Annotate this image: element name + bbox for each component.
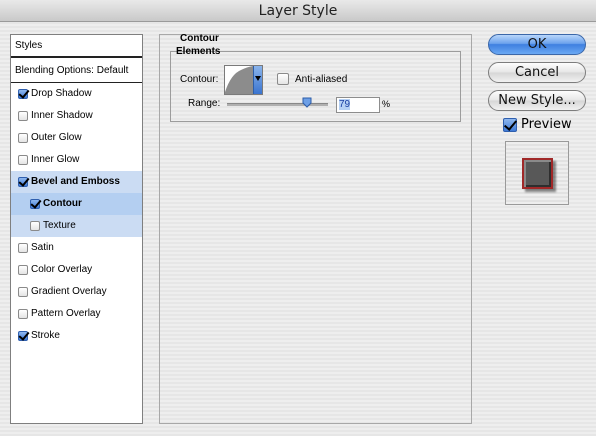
outer-glow-checkbox[interactable] bbox=[18, 133, 28, 143]
cancel-button[interactable]: Cancel bbox=[488, 62, 586, 83]
style-item-label: Inner Glow bbox=[31, 154, 80, 165]
style-item-texture[interactable]: Texture bbox=[11, 215, 142, 237]
range-slider-thumb[interactable] bbox=[302, 97, 312, 108]
new-style-button[interactable]: New Style... bbox=[488, 90, 586, 111]
elements-group-box bbox=[170, 51, 461, 122]
gradient-overlay-checkbox[interactable] bbox=[18, 287, 28, 297]
anti-aliased-label: Anti-aliased bbox=[295, 74, 348, 85]
elements-group-title: Elements bbox=[176, 46, 221, 57]
range-value-text: 79 bbox=[339, 99, 351, 110]
inner-glow-checkbox[interactable] bbox=[18, 155, 28, 165]
style-item-contour[interactable]: Contour bbox=[11, 193, 142, 215]
color-overlay-checkbox[interactable] bbox=[18, 265, 28, 275]
styles-header[interactable]: Styles bbox=[11, 35, 142, 58]
style-item-label: Outer Glow bbox=[31, 132, 82, 143]
style-item-outer-glow[interactable]: Outer Glow bbox=[11, 127, 142, 149]
style-item-label: Stroke bbox=[31, 330, 60, 341]
styles-items-list: Drop Shadow Inner Shadow Outer Glow Inner G… bbox=[11, 83, 142, 347]
preview-label: Preview bbox=[521, 117, 572, 132]
style-item-label: Gradient Overlay bbox=[31, 286, 107, 297]
satin-checkbox[interactable] bbox=[18, 243, 28, 253]
style-item-color-overlay[interactable]: Color Overlay bbox=[11, 259, 142, 281]
contour-section-title: Contour bbox=[180, 33, 219, 44]
style-item-label: Satin bbox=[31, 242, 54, 253]
style-item-gradient-overlay[interactable]: Gradient Overlay bbox=[11, 281, 142, 303]
stroke-checkbox[interactable] bbox=[18, 331, 28, 341]
contour-picker[interactable] bbox=[224, 65, 263, 95]
range-unit-label: % bbox=[382, 99, 391, 109]
style-item-bevel-and-emboss[interactable]: Bevel and Emboss bbox=[11, 171, 142, 193]
inner-shadow-checkbox[interactable] bbox=[18, 111, 28, 121]
style-item-label: Color Overlay bbox=[31, 264, 93, 275]
contour-label: Contour: bbox=[180, 74, 219, 85]
style-item-inner-shadow[interactable]: Inner Shadow bbox=[11, 105, 142, 127]
preview-swatch bbox=[522, 158, 553, 189]
range-value-input[interactable]: 79 bbox=[336, 97, 380, 113]
style-item-pattern-overlay[interactable]: Pattern Overlay bbox=[11, 303, 142, 325]
preview-checkbox[interactable] bbox=[503, 118, 517, 132]
style-item-label: Drop Shadow bbox=[31, 88, 92, 99]
bevel-and-emboss-checkbox[interactable] bbox=[18, 177, 28, 187]
style-item-inner-glow[interactable]: Inner Glow bbox=[11, 149, 142, 171]
style-item-label: Bevel and Emboss bbox=[31, 176, 120, 187]
styles-list-panel: Styles Blending Options: Default Drop Sh… bbox=[10, 34, 143, 424]
style-item-satin[interactable]: Satin bbox=[11, 237, 142, 259]
style-item-drop-shadow[interactable]: Drop Shadow bbox=[11, 83, 142, 105]
style-item-label: Inner Shadow bbox=[31, 110, 93, 121]
layer-style-dialog: Layer Style Styles Blending Options: Def… bbox=[0, 0, 596, 436]
style-item-stroke[interactable]: Stroke bbox=[11, 325, 142, 347]
contour-curve-icon bbox=[225, 66, 253, 94]
style-item-label: Texture bbox=[43, 220, 76, 231]
style-preview-thumbnail bbox=[505, 141, 569, 205]
blending-options-item[interactable]: Blending Options: Default bbox=[11, 59, 142, 83]
style-item-label: Pattern Overlay bbox=[31, 308, 101, 319]
contour-checkbox[interactable] bbox=[30, 199, 40, 209]
texture-checkbox[interactable] bbox=[30, 221, 40, 231]
window-title: Layer Style bbox=[0, 0, 596, 22]
drop-shadow-checkbox[interactable] bbox=[18, 89, 28, 99]
contour-dropdown-arrow-icon[interactable] bbox=[253, 66, 262, 94]
ok-button[interactable]: OK bbox=[488, 34, 586, 55]
style-item-label: Contour bbox=[43, 198, 82, 209]
range-slider-track[interactable] bbox=[227, 103, 328, 106]
range-label: Range: bbox=[188, 98, 221, 109]
pattern-overlay-checkbox[interactable] bbox=[18, 309, 28, 319]
anti-aliased-checkbox[interactable] bbox=[277, 73, 289, 85]
